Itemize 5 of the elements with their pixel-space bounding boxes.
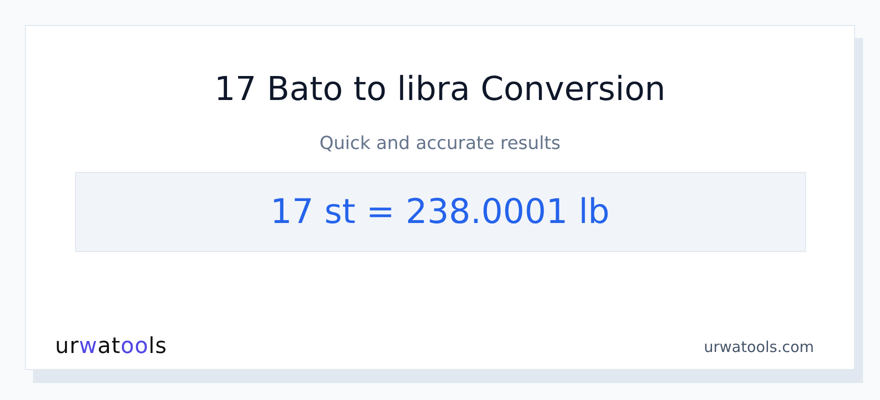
- logo: urwatools: [55, 334, 168, 359]
- site-url: urwatools.com: [704, 338, 814, 356]
- subtitle: Quick and accurate results: [319, 132, 561, 156]
- result-panel: 17 st = 238.0001 lb: [74, 172, 806, 252]
- page-title: 17 Bato to libra Conversion: [214, 68, 666, 110]
